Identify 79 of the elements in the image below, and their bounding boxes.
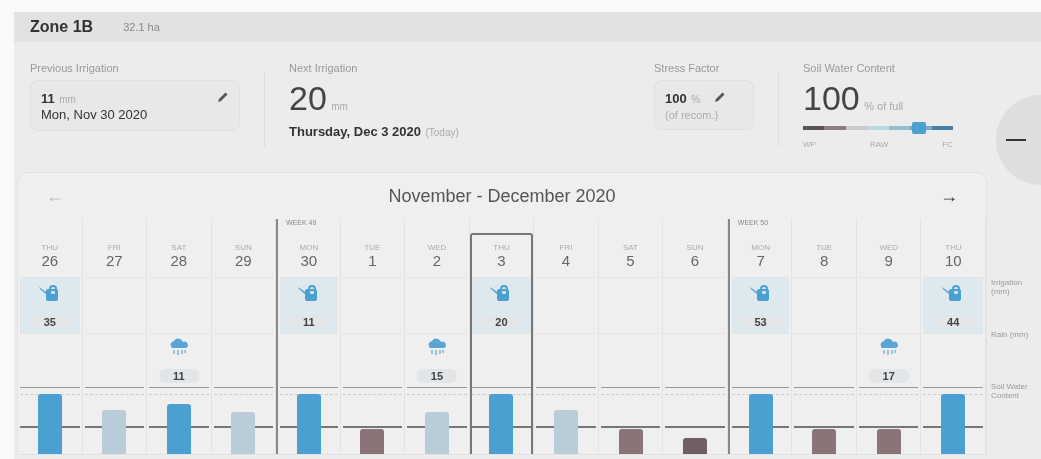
irrigation-amount: 11 xyxy=(289,315,329,329)
day-number: 10 xyxy=(944,252,962,269)
zone-title: Zone 1B xyxy=(30,18,94,36)
day-column[interactable]: MON 30 11 xyxy=(278,233,340,454)
stress-factor-card[interactable]: 100 % (of recom.) xyxy=(654,80,754,130)
pencil-icon[interactable] xyxy=(217,91,229,103)
date: Mon, Nov 30 2020 xyxy=(41,107,148,122)
row-label: Rain (mm) xyxy=(991,330,1030,341)
zone-area: 32.1 ha xyxy=(123,21,160,33)
day-number: 1 xyxy=(368,252,377,269)
day-number: 7 xyxy=(756,252,765,269)
day-number: 30 xyxy=(300,252,318,269)
value: 100 xyxy=(803,79,860,117)
day-number: 2 xyxy=(432,252,442,269)
day-column[interactable]: MON 7 53 xyxy=(729,233,792,454)
rain-amount: 15 xyxy=(416,369,458,383)
day-column[interactable]: SUN 29 xyxy=(211,233,276,454)
weekday: SAT xyxy=(623,243,638,252)
rain-amount: 17 xyxy=(868,369,909,383)
weekday: MON xyxy=(751,243,770,252)
day-column[interactable]: SUN 6 xyxy=(663,233,727,454)
calendar-title: November - December 2020 xyxy=(388,185,616,207)
day-number: 8 xyxy=(820,252,829,269)
day-column[interactable]: THU 3 20 xyxy=(469,233,534,454)
weekday: WED xyxy=(879,243,899,252)
previous-irrigation-card[interactable]: 11 mm Mon, Nov 30 2020 xyxy=(30,80,240,131)
weekday: TUE xyxy=(816,243,833,252)
day-column[interactable]: SAT 28 11 xyxy=(147,233,211,454)
weekday: THU xyxy=(493,243,510,252)
day-column[interactable]: THU 10 44 xyxy=(921,233,985,454)
weekday: SUN xyxy=(686,243,704,252)
weekday: MON xyxy=(299,243,319,252)
section-label: Stress Factor xyxy=(654,62,721,74)
weekday: SUN xyxy=(234,243,252,252)
row-label: Irrigation (mm) xyxy=(991,278,1024,298)
irrigation-amount: 44 xyxy=(933,315,974,329)
day-column[interactable]: WED 9 17 xyxy=(856,233,921,454)
day-number: 4 xyxy=(561,252,571,269)
section-label: Previous Irrigation xyxy=(30,62,120,74)
weekday: SAT xyxy=(171,243,187,252)
irrigation-amount: 35 xyxy=(29,315,70,329)
unit: % xyxy=(691,94,701,105)
weekday: THU xyxy=(945,243,962,252)
scale-label: FC xyxy=(942,140,953,149)
day-column[interactable]: THU 26 35 xyxy=(18,233,82,454)
section-label: Soil Water Content xyxy=(803,62,896,74)
weekday: FRI xyxy=(559,243,573,252)
next-button[interactable]: → xyxy=(936,185,962,207)
day-column[interactable]: FRI 4 xyxy=(534,233,598,454)
amount: 11 xyxy=(41,91,55,106)
day-number: 29 xyxy=(234,252,252,269)
scale-label: WP xyxy=(803,140,816,149)
section-label: Next Irrigation xyxy=(289,62,359,74)
irrigation-amount: 20 xyxy=(481,315,522,329)
day-number: 26 xyxy=(41,252,59,269)
day-column[interactable]: SAT 5 xyxy=(598,233,663,454)
weekday: THU xyxy=(41,243,58,252)
value: 100 xyxy=(665,91,687,106)
day-number: 5 xyxy=(626,252,635,269)
day-number: 28 xyxy=(170,252,188,269)
day-number: 9 xyxy=(884,252,893,269)
unit: % of full xyxy=(864,100,904,112)
today-note: (Today) xyxy=(425,127,459,138)
day-column[interactable]: TUE 8 xyxy=(792,233,856,454)
date: Thursday, Dec 3 2020 xyxy=(289,124,421,139)
weekday: WED xyxy=(427,243,447,252)
unit: mm xyxy=(331,101,348,112)
row-label: Soil Water Content xyxy=(991,382,1029,400)
amount: 20 xyxy=(289,79,327,117)
day-number: 6 xyxy=(690,252,700,269)
note: (of recom.) xyxy=(665,109,719,121)
unit: mm xyxy=(59,94,76,105)
irrigation-amount: 53 xyxy=(740,315,781,329)
day-number: 27 xyxy=(105,252,123,269)
day-number: 3 xyxy=(497,252,506,269)
day-column[interactable]: WED 2 15 xyxy=(405,233,469,454)
pencil-icon[interactable] xyxy=(714,91,727,103)
rain-amount: 11 xyxy=(158,369,199,383)
scale-label: RAW xyxy=(869,140,889,149)
